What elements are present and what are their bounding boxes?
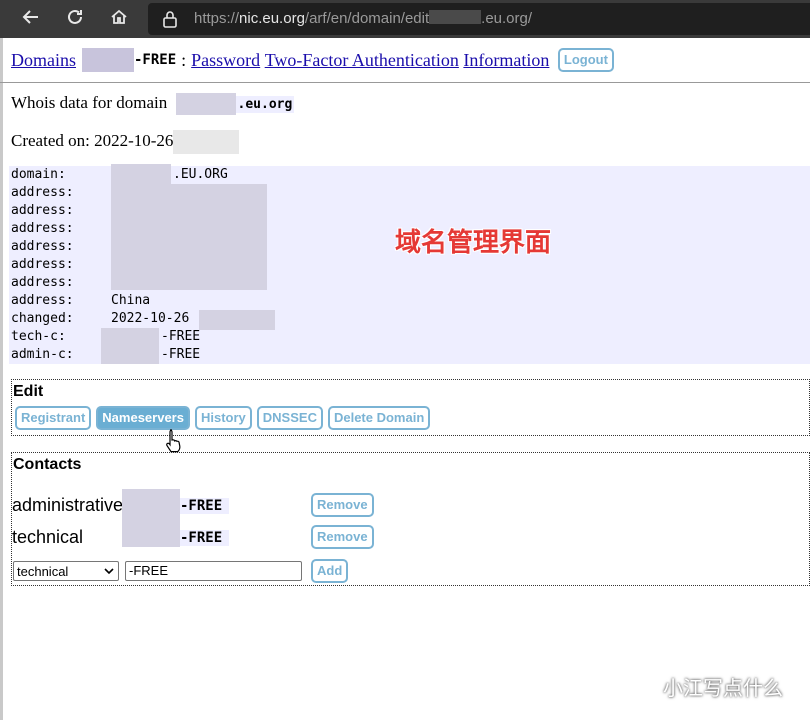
- add-contact-button[interactable]: Add: [311, 559, 349, 583]
- back-icon[interactable]: [18, 7, 44, 31]
- home-icon[interactable]: [106, 7, 132, 31]
- lock-icon: [163, 11, 177, 28]
- created-on: Created on: 2022-10-26: [11, 130, 240, 154]
- watermark: 小江写点什么: [625, 672, 783, 701]
- technical-label: technical: [12, 527, 84, 547]
- changed-time-redacted: [199, 310, 275, 330]
- whois-row: tech-c: -FREE: [11, 329, 201, 344]
- whois-row: address:: [11, 257, 74, 272]
- menu-separator: :: [181, 49, 187, 70]
- delete-domain-button[interactable]: Delete Domain: [327, 406, 431, 430]
- domain-suffix: .eu.org: [235, 96, 295, 113]
- registrant-button[interactable]: Registrant: [15, 406, 92, 430]
- annotation-label: 域名管理界面: [395, 228, 552, 258]
- administrative-label: administrative: [12, 495, 124, 515]
- dnssec-button[interactable]: DNSSEC: [256, 406, 323, 430]
- chevron-down-icon: [104, 568, 114, 575]
- edit-title: Edit: [13, 383, 44, 400]
- information-link[interactable]: Information: [463, 50, 549, 71]
- admin-handle-redacted: [122, 489, 180, 515]
- whois-row: changed: 2022-10-26: [11, 311, 190, 326]
- history-button[interactable]: History: [194, 406, 252, 430]
- contacts-title: Contacts: [13, 456, 82, 473]
- whois-row: domain: .EU.ORG: [11, 167, 228, 182]
- domains-link[interactable]: Domains: [11, 50, 76, 71]
- hand-cursor-icon: [166, 429, 181, 453]
- two-factor-link[interactable]: Two-Factor Authentication: [265, 50, 459, 71]
- whois-row: address:: [11, 203, 74, 218]
- admin-handle-suffix: -FREE: [180, 498, 230, 514]
- whois-row: admin-c: -FREE: [11, 347, 201, 362]
- contact-type-select[interactable]: technical: [13, 561, 119, 581]
- whois-row: address: China: [11, 293, 151, 308]
- watermark-text: 小江写点什么: [663, 676, 783, 700]
- domain-redacted: [175, 93, 236, 116]
- contact-type-value: technical: [17, 564, 69, 579]
- whois-row: address:: [11, 239, 74, 254]
- page-left-border: [0, 38, 3, 720]
- created-time-redacted: [173, 130, 240, 154]
- edit-buttons: Registrant Nameservers History DNSSEC De…: [15, 406, 431, 430]
- address-redacted: [111, 184, 267, 290]
- logout-button[interactable]: Logout: [557, 48, 614, 72]
- nameservers-button[interactable]: Nameservers: [96, 406, 190, 430]
- tech-handle-suffix: -FREE: [180, 530, 230, 546]
- address-bar[interactable]: https://nic.eu.org/arf/en/domain/edit .eu…: [148, 3, 810, 35]
- user-handle-redacted: [82, 48, 134, 72]
- whois-row: address:: [11, 185, 74, 200]
- top-menu: Domains -FREE : Password Two-Factor Auth…: [11, 48, 614, 72]
- tech-handle-redacted: [122, 515, 180, 547]
- remove-admin-button[interactable]: Remove: [311, 493, 374, 517]
- whois-row: address:: [11, 275, 74, 290]
- whois-title-text: Whois data for domain: [11, 93, 168, 112]
- contacts-section: Contacts administrative -FREE Remove tec…: [11, 452, 810, 586]
- whois-panel: domain: .EU.ORG address: address: address…: [9, 164, 810, 364]
- remove-tech-button[interactable]: Remove: [311, 525, 374, 549]
- whois-title: Whois data for domain .eu.org: [11, 93, 295, 116]
- wechat-icon: [626, 675, 654, 698]
- url-text: https://nic.eu.org/arf/en/domain/edit .eu…: [194, 10, 533, 27]
- user-handle-suffix: -FREE: [134, 52, 177, 68]
- edit-section: Edit Registrant Nameservers History DNSS…: [11, 379, 810, 436]
- created-on-text: Created on: 2022-10-26: [11, 130, 174, 150]
- browser-toolbar: https://nic.eu.org/arf/en/domain/edit .eu…: [0, 0, 810, 38]
- contact-handle-input[interactable]: -FREE: [125, 561, 302, 581]
- reload-icon[interactable]: [62, 7, 88, 31]
- password-link[interactable]: Password: [191, 50, 260, 71]
- whois-row: address:: [11, 221, 74, 236]
- menu-divider: [0, 82, 810, 83]
